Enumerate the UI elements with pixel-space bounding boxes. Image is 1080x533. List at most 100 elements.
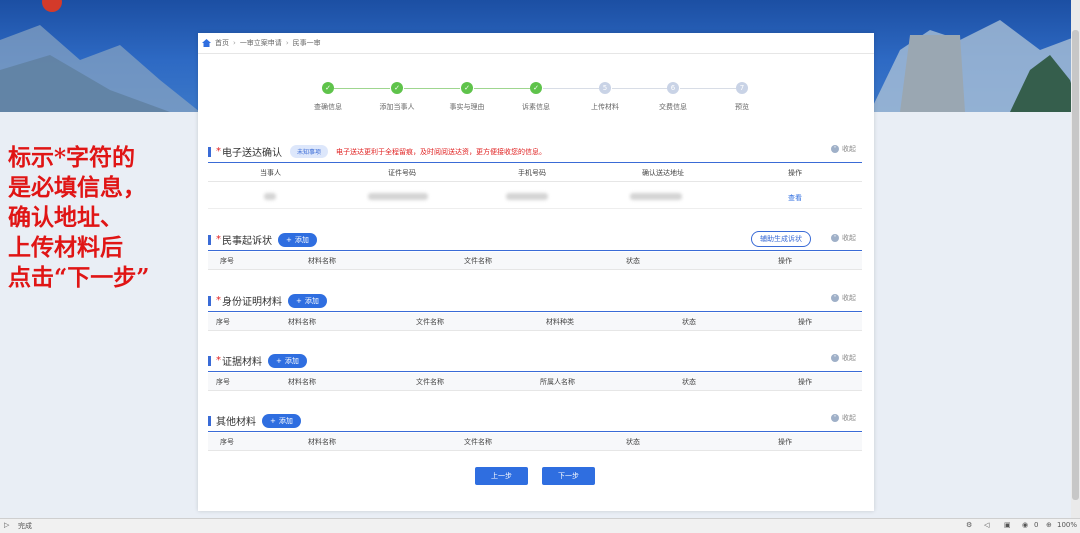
section-rule: [208, 371, 862, 372]
collapse-toggle[interactable]: ˄ 收起: [831, 144, 856, 154]
overlay-line: 确认地址、: [8, 204, 123, 231]
column-header: 操作: [778, 438, 792, 446]
delivery-table-header: 当事人 证件号码 手机号码 确认送达地址 操作: [208, 164, 862, 182]
collapse-toggle[interactable]: ˄ 收起: [831, 413, 856, 423]
section-evidence-title: * 证据材料 + 添加: [208, 353, 307, 368]
delivery-tag-button[interactable]: 未知事项: [290, 145, 329, 158]
chevron-up-icon: ˄: [831, 234, 839, 242]
step-number: 5: [599, 82, 611, 94]
home-icon[interactable]: [202, 39, 211, 47]
add-other-button[interactable]: + 添加: [262, 413, 301, 428]
section-marker: [208, 146, 211, 157]
section-title-text: 电子送达确认: [222, 148, 282, 159]
chevron-up-icon: ˄: [831, 354, 839, 362]
breadcrumb-apply[interactable]: 一审立案申请: [240, 38, 282, 48]
blocked-count: 0: [1034, 521, 1039, 529]
redacted-value: [506, 193, 548, 200]
required-mark: *: [216, 146, 221, 157]
assist-generate-button[interactable]: 辅助生成诉状: [751, 231, 811, 247]
zoom-icon[interactable]: ⊕: [1046, 521, 1052, 529]
section-marker: [208, 234, 211, 245]
add-complaint-button[interactable]: + 添加: [278, 232, 317, 247]
collapse-toggle[interactable]: ˄ 收起: [831, 293, 856, 303]
step-7: 7 预览: [702, 82, 782, 112]
section-title-text: 证据材料: [222, 357, 262, 368]
download-icon[interactable]: ▣: [1004, 521, 1011, 529]
plus-icon: +: [276, 356, 282, 365]
section-marker: [208, 295, 211, 306]
collapse-label: 收起: [842, 145, 856, 153]
column-header: 手机号码: [518, 169, 546, 177]
column-header: 材料种类: [546, 318, 574, 326]
redacted-value: [368, 193, 428, 200]
add-evidence-button[interactable]: + 添加: [268, 353, 307, 368]
required-mark: *: [216, 234, 221, 245]
chevron-up-icon: ˄: [831, 414, 839, 422]
step-number: 6: [667, 82, 679, 94]
required-mark: *: [216, 355, 221, 366]
gear-icon[interactable]: ⚙: [966, 521, 972, 529]
column-header: 序号: [216, 318, 230, 326]
view-link[interactable]: 查看: [788, 193, 802, 203]
chevron-up-icon: ˄: [831, 145, 839, 153]
step-4: ✓ 诉素信息: [496, 82, 576, 112]
collapse-toggle[interactable]: ˄ 收起: [831, 353, 856, 363]
evidence-table-header: 序号 材料名称 文件名称 所属人名称 状态 操作: [208, 373, 862, 391]
column-header: 当事人: [260, 169, 281, 177]
breadcrumb-home[interactable]: 首页: [215, 38, 229, 48]
column-header: 所属人名称: [540, 378, 575, 386]
section-marker: [208, 355, 211, 366]
step-label: 事实与理由: [449, 103, 485, 111]
collapse-toggle[interactable]: ˄ 收起: [831, 233, 856, 243]
shield-icon[interactable]: ◉: [1022, 521, 1028, 529]
required-mark: *: [216, 295, 221, 306]
speaker-icon[interactable]: ◁: [984, 521, 989, 529]
column-header: 材料名称: [308, 438, 336, 446]
main-card: 首页 › 一审立案申请 › 民事一审 ✓ 查确信息 ✓ 添加当事人 ✓ 事实与理由 ✓…: [198, 33, 874, 511]
chevron-up-icon: ˄: [831, 294, 839, 302]
step-2: ✓ 添加当事人: [357, 82, 437, 112]
column-header: 状态: [682, 378, 696, 386]
prev-step-button[interactable]: 上一步: [475, 467, 528, 485]
zoom-level[interactable]: 100%: [1057, 521, 1077, 529]
page-scrollbar[interactable]: [1071, 0, 1080, 518]
section-title-text: 身份证明材料: [222, 297, 282, 308]
step-3: ✓ 事实与理由: [427, 82, 507, 112]
breadcrumb-divider: [198, 53, 874, 54]
column-header: 文件名称: [464, 438, 492, 446]
add-identity-button[interactable]: + 添加: [288, 293, 327, 308]
delivery-notice: 电子送达更利于全程留痕，及时阅阅送达资，更方便接收您的信息。: [336, 147, 547, 156]
column-header: 序号: [220, 438, 234, 446]
section-title-text: 其他材料: [216, 417, 256, 428]
column-header: 序号: [216, 378, 230, 386]
step-label: 查确信息: [314, 103, 342, 111]
chevron-right-icon: ›: [233, 39, 236, 47]
section-complaint-title: * 民事起诉状 + 添加: [208, 232, 317, 247]
overlay-line: 标示*字符的: [8, 144, 136, 171]
step-label: 添加当事人: [379, 103, 415, 111]
column-header: 材料名称: [308, 257, 336, 265]
collapse-label: 收起: [842, 294, 856, 302]
column-header: 操作: [798, 378, 812, 386]
column-header: 操作: [778, 257, 792, 265]
column-header: 操作: [798, 318, 812, 326]
check-icon: ✓: [322, 82, 334, 94]
column-header: 文件名称: [464, 257, 492, 265]
column-header: 状态: [626, 257, 640, 265]
check-icon: ✓: [530, 82, 542, 94]
section-marker: [208, 415, 211, 426]
breadcrumb-current: 民事一审: [292, 39, 321, 47]
play-icon[interactable]: ▷: [4, 521, 9, 529]
section-rule: [208, 162, 862, 163]
check-icon: ✓: [461, 82, 473, 94]
next-step-button[interactable]: 下一步: [542, 467, 595, 485]
column-header: 确认送达地址: [642, 169, 684, 177]
add-label: 添加: [304, 296, 319, 305]
collapse-label: 收起: [842, 414, 856, 422]
status-text: 完成: [18, 522, 32, 530]
column-header: 状态: [682, 318, 696, 326]
redacted-value: [264, 193, 276, 200]
step-1: ✓ 查确信息: [288, 82, 368, 112]
scrollbar-thumb[interactable]: [1072, 30, 1079, 500]
step-label: 交费信息: [659, 103, 687, 111]
